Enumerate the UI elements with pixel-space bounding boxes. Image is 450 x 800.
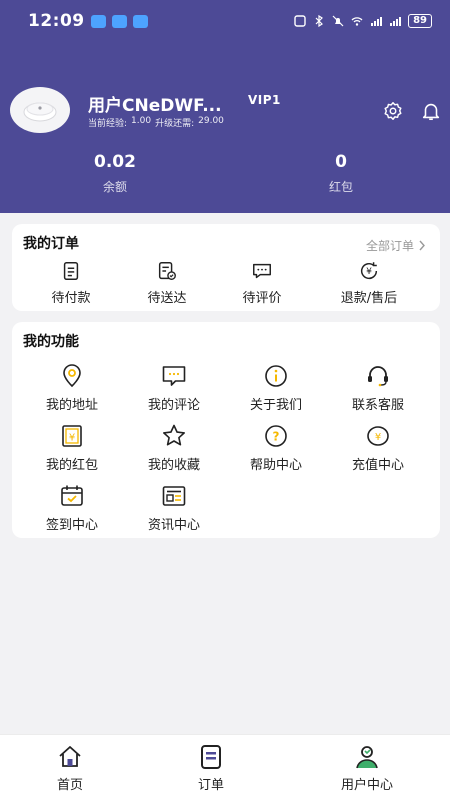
home-icon bbox=[59, 746, 81, 767]
headset-icon bbox=[368, 366, 388, 387]
order-pending-review[interactable]: 待评价 bbox=[212, 260, 312, 306]
nfc-icon bbox=[294, 15, 306, 27]
mute-icon bbox=[332, 15, 344, 27]
function-label: 我的红包 bbox=[45, 458, 98, 473]
clipboard-list-icon bbox=[63, 262, 79, 280]
exp-label: 当前经验: bbox=[88, 119, 128, 129]
wifi-icon bbox=[351, 17, 363, 26]
signal-icon bbox=[371, 17, 383, 26]
bell-icon[interactable] bbox=[420, 100, 442, 122]
bottom-tab-bar: 首页 订单 用户中心 bbox=[0, 734, 450, 800]
star-icon bbox=[163, 424, 185, 446]
svg-text:?: ? bbox=[273, 430, 280, 444]
function-my-comments[interactable]: 我的评论 bbox=[124, 363, 224, 413]
function-label: 我的地址 bbox=[45, 398, 98, 413]
calendar-check-icon bbox=[61, 485, 83, 506]
order-item-label: 待评价 bbox=[242, 291, 282, 306]
function-my-address[interactable]: 我的地址 bbox=[22, 363, 122, 413]
cloud-icon bbox=[132, 14, 148, 28]
function-check-in-center[interactable]: 签到中心 bbox=[22, 483, 122, 533]
vip-badge: VIP1 bbox=[248, 93, 281, 107]
red-packet-icon: ¥ bbox=[62, 425, 82, 447]
functions-card: 我的功能 我的地址 我的评论 关于我们 联系客服 ¥ 我的红包 我的收藏 ? 帮… bbox=[12, 322, 440, 538]
router-device-icon bbox=[23, 102, 57, 122]
user-name: 用户CNeDWF... bbox=[88, 96, 222, 116]
order-icon bbox=[201, 745, 221, 769]
upgrade-value: 29.00 bbox=[198, 116, 224, 126]
news-icon bbox=[162, 486, 186, 506]
function-customer-service[interactable]: 联系客服 bbox=[328, 363, 428, 413]
tab-label: 订单 bbox=[197, 778, 224, 793]
function-label: 关于我们 bbox=[249, 398, 302, 413]
tab-home[interactable]: 首页 bbox=[10, 735, 130, 800]
function-my-favorites[interactable]: 我的收藏 bbox=[124, 423, 224, 473]
chevron-right-icon bbox=[419, 240, 425, 251]
exp-value: 1.00 bbox=[131, 116, 152, 126]
order-item-label: 待付款 bbox=[51, 291, 91, 306]
experience-info: 当前经验: 1.00 升级还需: 29.00 bbox=[88, 116, 224, 129]
settings-icon[interactable] bbox=[382, 100, 404, 122]
user-center-icon bbox=[356, 746, 378, 769]
message-icon bbox=[111, 14, 127, 28]
order-pending-delivery[interactable]: 待送达 bbox=[117, 260, 217, 306]
function-about-us[interactable]: 关于我们 bbox=[226, 363, 326, 413]
balance-stat[interactable]: 0.02 余额 bbox=[55, 152, 175, 195]
svg-text:¥: ¥ bbox=[69, 433, 75, 444]
info-icon bbox=[265, 365, 287, 387]
function-label: 签到中心 bbox=[45, 518, 98, 533]
tab-label: 用户中心 bbox=[340, 778, 393, 793]
svg-text:¥: ¥ bbox=[366, 266, 372, 277]
chat-bubble-icon bbox=[162, 366, 186, 386]
function-label: 充值中心 bbox=[351, 458, 404, 473]
tab-user-center[interactable]: 用户中心 bbox=[307, 735, 427, 800]
function-recharge-center[interactable]: ¥ 充值中心 bbox=[328, 423, 428, 473]
upgrade-label: 升级还需: bbox=[155, 119, 195, 129]
orders-card: 我的订单 全部订单 待付款 待送达 待评价 ¥ 退款/售后 bbox=[12, 224, 440, 311]
bluetooth-icon bbox=[315, 15, 324, 27]
svg-text:¥: ¥ bbox=[375, 432, 381, 443]
order-refund[interactable]: ¥ 退款/售后 bbox=[319, 260, 419, 306]
delivery-doc-icon bbox=[158, 262, 176, 280]
recharge-icon: ¥ bbox=[367, 426, 389, 446]
function-my-red-packet[interactable]: ¥ 我的红包 bbox=[22, 423, 122, 473]
status-bar: 12:09 89 bbox=[0, 0, 450, 42]
function-label: 我的收藏 bbox=[147, 458, 200, 473]
order-item-label: 退款/售后 bbox=[340, 291, 398, 306]
order-item-label: 待送达 bbox=[147, 291, 187, 306]
signal-icon-2 bbox=[390, 17, 402, 26]
balance-label: 余额 bbox=[102, 180, 127, 194]
red-packet-value: 0 bbox=[335, 152, 347, 172]
function-label: 我的评论 bbox=[147, 398, 200, 413]
orders-title: 我的订单 bbox=[23, 236, 79, 252]
function-help-center[interactable]: ? 帮助中心 bbox=[226, 423, 326, 473]
all-orders-label: 全部订单 bbox=[365, 239, 414, 253]
status-time: 12:09 bbox=[28, 11, 85, 31]
red-packet-stat[interactable]: 0 红包 bbox=[281, 152, 401, 195]
profile-header: 12:09 89 用户CNeDWF... VIP1 当前经验: 1.00 升级还… bbox=[0, 0, 450, 213]
tab-orders[interactable]: 订单 bbox=[151, 735, 271, 800]
location-pin-icon bbox=[63, 364, 81, 388]
refund-yen-icon: ¥ bbox=[361, 262, 378, 280]
function-label: 帮助中心 bbox=[249, 458, 302, 473]
battery-indicator: 89 bbox=[408, 14, 432, 28]
order-pending-payment[interactable]: 待付款 bbox=[21, 260, 121, 306]
all-orders-link[interactable]: 全部订单 bbox=[366, 237, 426, 254]
help-icon: ? bbox=[265, 425, 287, 447]
function-label: 资讯中心 bbox=[147, 518, 200, 533]
balance-value: 0.02 bbox=[94, 152, 136, 172]
notification-icon bbox=[90, 14, 106, 28]
functions-title: 我的功能 bbox=[23, 334, 79, 350]
red-packet-label: 红包 bbox=[328, 180, 353, 194]
comment-dots-icon bbox=[253, 263, 271, 279]
avatar[interactable] bbox=[10, 87, 70, 133]
function-label: 联系客服 bbox=[351, 398, 404, 413]
function-news-center[interactable]: 资讯中心 bbox=[124, 483, 224, 533]
tab-label: 首页 bbox=[56, 778, 83, 793]
